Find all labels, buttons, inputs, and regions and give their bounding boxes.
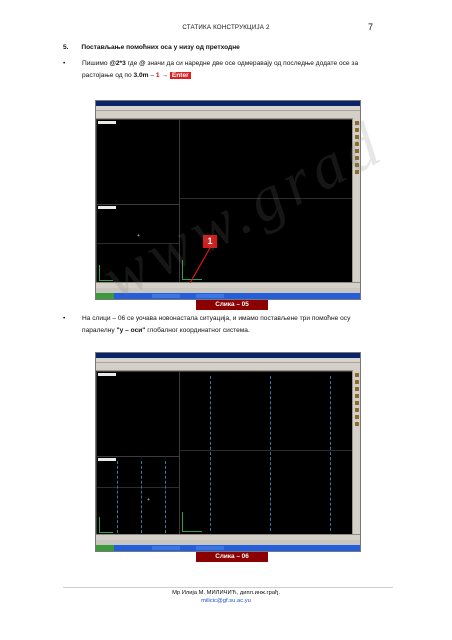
grid-axis-line <box>330 376 331 531</box>
cursor-cross-icon: + <box>147 497 150 503</box>
figure-caption: Слика – 05 <box>196 300 268 310</box>
grid-axis-line <box>165 461 166 533</box>
status-bar <box>96 534 360 540</box>
figure-caption: Слика – 06 <box>196 552 268 562</box>
taskbar-button <box>196 546 224 550</box>
start-button <box>96 545 114 551</box>
viewport-3d <box>96 371 180 457</box>
viewport-tag <box>98 458 116 461</box>
right-toolbar <box>352 370 360 539</box>
grid-axis-line <box>117 461 118 533</box>
footer-divider <box>63 587 393 588</box>
viewport-plan: + <box>96 456 180 536</box>
text-run: глобалног координатног система. <box>145 327 250 334</box>
taskbar-button <box>152 546 180 550</box>
grid-axis-line <box>141 461 142 533</box>
axis-x <box>182 531 202 532</box>
grid-axis-line <box>270 376 271 531</box>
screenshot-figure-06: + <box>95 352 361 552</box>
grid-axis-line <box>210 376 211 531</box>
bullet-marker: • <box>63 315 66 322</box>
axis-y <box>99 517 100 533</box>
bullet-paragraph-2: • На слици – 06 се уочава новонастала си… <box>63 313 393 339</box>
grid-line <box>97 487 179 488</box>
axis-x <box>99 532 113 533</box>
window-toolbar <box>96 363 360 371</box>
axis-y <box>182 512 183 532</box>
grid-line <box>180 450 353 451</box>
footer-author: Мр Илија М. МИЛИЧИЋ, дипл.инж.грађ. <box>172 590 280 596</box>
text-run-bold: "y – оси" <box>116 327 146 334</box>
text-run: паралелну <box>82 327 117 334</box>
viewport-tag <box>98 373 116 376</box>
text-run: На слици – 06 се уочава новонастала ситу… <box>82 315 351 322</box>
taskbar <box>96 545 360 551</box>
footer-email-link[interactable]: milicic@gf.su.ac.yu <box>0 598 452 604</box>
viewport-main <box>179 371 354 536</box>
